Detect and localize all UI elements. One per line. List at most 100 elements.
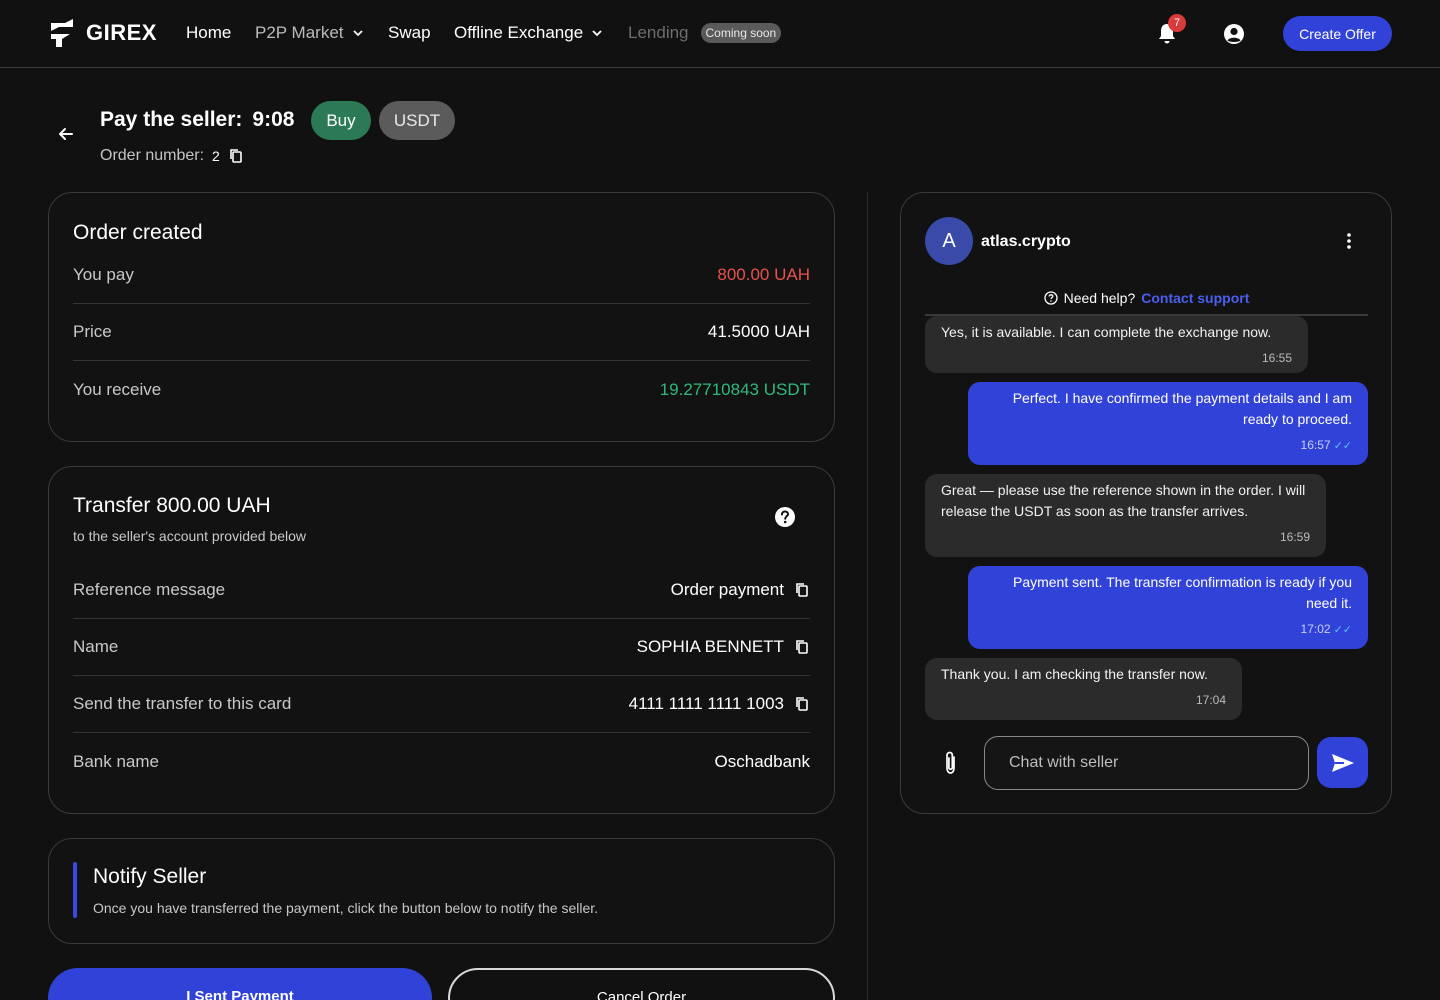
- nav-home[interactable]: Home: [186, 23, 231, 43]
- page-title: Pay the seller: 9:08: [100, 108, 294, 132]
- you-pay-label: You pay: [73, 265, 134, 284]
- row-price: Price 41.5000 UAH: [73, 304, 810, 361]
- bank-name-value: Oschadbank: [714, 751, 810, 771]
- chat-username: atlas.crypto: [981, 233, 1071, 250]
- order-summary-card: Order created You pay 800.00 UAH Price 4…: [48, 192, 835, 442]
- asset-badge: USDT: [379, 101, 455, 140]
- need-help-row: Need help? Contact support: [925, 290, 1368, 306]
- reference-message-value: Order payment: [670, 580, 784, 599]
- send-icon: [1331, 753, 1354, 772]
- more-options-icon[interactable]: [1341, 231, 1357, 251]
- copy-icon[interactable]: [794, 582, 810, 598]
- row-bank-name: Bank name Oschadbank: [73, 733, 810, 790]
- notification-count-badge: 7: [1168, 14, 1186, 32]
- chat-message-outgoing: Perfect. I have confirmed the payment de…: [968, 382, 1368, 465]
- chat-panel: A atlas.crypto Need help? Contact suppor…: [900, 192, 1392, 814]
- notify-seller-title: Notify Seller: [93, 865, 207, 888]
- notify-seller-text: Once you have transferred the payment, c…: [93, 900, 599, 916]
- you-receive-label: You receive: [73, 379, 162, 399]
- message-time: 16:57: [1300, 438, 1331, 452]
- nav-home-label: Home: [186, 23, 232, 42]
- chat-message-incoming: Thank you. I am checking the transfer no…: [925, 658, 1242, 720]
- bank-name-label: Bank name: [73, 751, 159, 771]
- card-number-value: 4111 1111 1111 1003: [628, 694, 784, 713]
- chat-message-outgoing: Payment sent. The transfer confirmation …: [968, 566, 1368, 649]
- message-text: Great — please use the reference shown i…: [941, 482, 1306, 519]
- sent-payment-button[interactable]: I Sent Payment: [48, 968, 432, 1000]
- user-account-icon[interactable]: [1222, 22, 1246, 46]
- message-text: Payment sent. The transfer confirmation …: [1012, 574, 1352, 611]
- reference-message-value-group: Order payment: [671, 580, 810, 600]
- message-time: 16:59: [1279, 530, 1310, 544]
- need-help-text: Need help?: [1063, 290, 1136, 306]
- nav-p2p-market-label: P2P Market: [255, 23, 344, 42]
- row-reference-message: Reference message Order payment: [73, 562, 810, 619]
- name-value: SOPHIA BENNETT: [636, 637, 784, 656]
- message-time: 17:02: [1300, 622, 1331, 636]
- name-value-group: SOPHIA BENNETT: [637, 637, 810, 657]
- countdown-timer: 9:08: [252, 108, 295, 131]
- copy-icon[interactable]: [794, 696, 810, 712]
- card-number-value-group: 4111 1111 1111 1003: [629, 694, 810, 714]
- copy-icon[interactable]: [228, 148, 244, 164]
- chat-message-incoming: Yes, it is available. I can complete the…: [925, 316, 1308, 373]
- transfer-card-subtitle: to the seller's account provided below: [73, 528, 307, 544]
- message-text: Yes, it is available. I can complete the…: [941, 324, 1272, 340]
- order-number-label: Order number:: [100, 147, 205, 164]
- price-label: Price: [73, 322, 112, 341]
- order-number-value: 2: [212, 148, 220, 164]
- notify-accent-bar: [73, 862, 77, 918]
- nav-swap[interactable]: Swap: [388, 23, 431, 43]
- top-navbar: GIREX Home P2P Market Swap Offline Excha…: [0, 0, 1440, 68]
- chevron-down-icon: [592, 30, 602, 37]
- copy-icon[interactable]: [794, 639, 810, 655]
- column-divider: [867, 192, 868, 1000]
- message-time: 17:04: [1195, 693, 1226, 707]
- nav-swap-label: Swap: [388, 23, 431, 42]
- question-circle-icon: [1043, 291, 1058, 305]
- you-receive-value: 19.27710843 USDT: [659, 379, 810, 399]
- name-label: Name: [73, 637, 119, 656]
- create-offer-button[interactable]: Create Offer: [1283, 16, 1392, 51]
- cancel-order-button[interactable]: Cancel Order: [448, 968, 835, 1000]
- contact-support-link[interactable]: Contact support: [1141, 290, 1249, 306]
- chat-message-input[interactable]: [984, 736, 1309, 790]
- double-check-icon: ✓✓: [1333, 440, 1352, 452]
- transfer-details-card: Transfer 800.00 UAH to the seller's acco…: [48, 466, 835, 814]
- chat-message-incoming: Great — please use the reference shown i…: [925, 474, 1326, 557]
- nav-lending: Lending Coming soon: [628, 23, 782, 43]
- message-text: Perfect. I have confirmed the payment de…: [1012, 390, 1352, 427]
- nav-offline-exchange[interactable]: Offline Exchange: [454, 23, 603, 43]
- send-message-button[interactable]: [1317, 737, 1368, 788]
- message-text: Thank you. I am checking the transfer no…: [941, 666, 1208, 682]
- pay-seller-label: Pay the seller:: [100, 108, 243, 131]
- row-you-receive: You receive 19.27710843 USDT: [73, 361, 810, 418]
- logo-icon: [51, 19, 73, 47]
- brand-logo[interactable]: GIREX: [48, 19, 157, 47]
- avatar: A: [925, 217, 973, 265]
- double-check-icon: ✓✓: [1333, 624, 1352, 636]
- nav-p2p-market[interactable]: P2P Market: [255, 23, 364, 43]
- notify-seller-card: Notify Seller Once you have transferred …: [48, 838, 835, 944]
- reference-message-label: Reference message: [73, 580, 226, 599]
- order-card-title: Order created: [73, 221, 203, 244]
- back-arrow-icon[interactable]: [56, 124, 76, 144]
- row-card-number: Send the transfer to this card 4111 1111…: [73, 676, 810, 733]
- nav-lending-label: Lending: [628, 23, 689, 42]
- coming-soon-badge: Coming soon: [700, 23, 782, 43]
- nav-offline-exchange-label: Offline Exchange: [454, 23, 584, 42]
- message-time-row: 16:57 ✓✓: [984, 435, 1352, 457]
- row-name: Name SOPHIA BENNETT: [73, 619, 810, 676]
- help-question-icon[interactable]: [774, 506, 796, 528]
- card-number-label: Send the transfer to this card: [73, 694, 292, 713]
- paperclip-icon[interactable]: [941, 750, 961, 776]
- you-pay-value: 800.00 UAH: [717, 265, 810, 284]
- row-you-pay: You pay 800.00 UAH: [73, 247, 810, 304]
- transfer-card-title: Transfer 800.00 UAH: [73, 494, 271, 517]
- message-time: 16:55: [1261, 351, 1292, 365]
- side-badge-buy: Buy: [311, 101, 371, 140]
- chevron-down-icon: [352, 30, 363, 37]
- price-value: 41.5000 UAH: [707, 322, 810, 341]
- brand-name: GIREX: [86, 20, 157, 45]
- message-time-row: 17:02 ✓✓: [984, 619, 1352, 641]
